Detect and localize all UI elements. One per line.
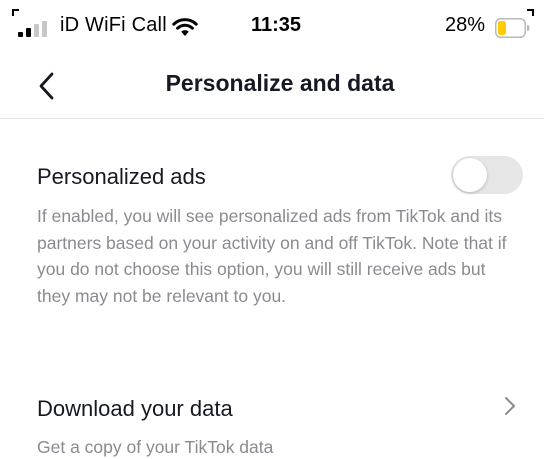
download-data-description: Get a copy of your TikTok data	[37, 437, 274, 457]
header-divider	[0, 118, 544, 119]
personalized-ads-description: If enabled, you will see personalized ad…	[37, 206, 507, 306]
personalized-ads-toggle[interactable]	[451, 156, 523, 194]
screen-corner-mark	[12, 9, 19, 16]
status-time: 11:35	[251, 14, 302, 36]
page-title: Personalize and data	[165, 70, 395, 96]
battery-percent: 28%	[445, 14, 486, 36]
status-bar: iD WiFi Call 11:35 28%	[0, 0, 544, 58]
nav-bar: Personalize and data	[0, 58, 544, 118]
download-data-title: Download your data	[37, 396, 233, 421]
screen-corner-mark-right	[527, 9, 534, 16]
personalized-ads-title: Personalized ads	[37, 164, 206, 189]
battery-icon	[495, 18, 530, 38]
screen: iD WiFi Call 11:35 28% Personalize and d…	[0, 0, 544, 459]
chevron-right-icon[interactable]	[504, 396, 516, 416]
cellular-signal-icon	[18, 21, 47, 37]
battery-fill	[498, 21, 506, 35]
wifi-icon	[172, 18, 198, 36]
toggle-knob	[453, 158, 487, 192]
carrier-name: iD WiFi Call	[60, 14, 167, 36]
